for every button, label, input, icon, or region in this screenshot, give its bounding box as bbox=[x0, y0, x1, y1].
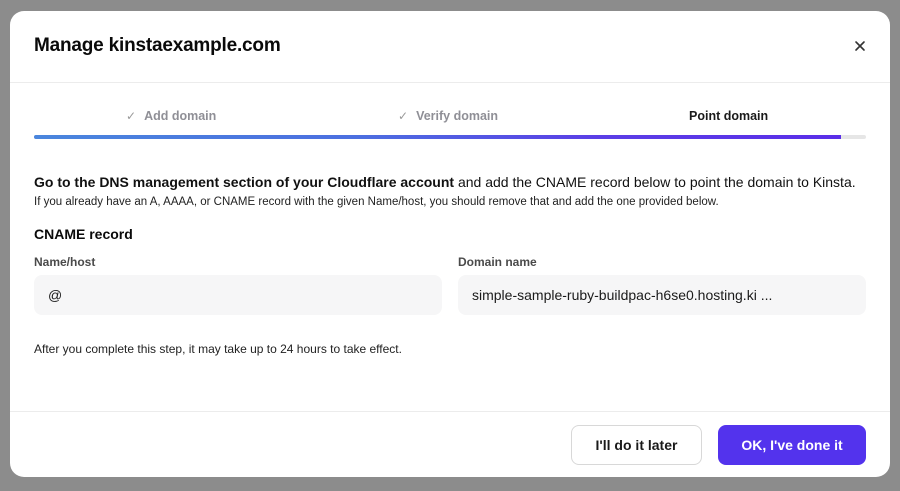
step-label: Point domain bbox=[689, 109, 769, 123]
step-point-domain: Point domain bbox=[689, 109, 768, 123]
instruction-note: If you already have an A, AAAA, or CNAME… bbox=[34, 196, 719, 208]
stepper: ✓ Add domain ✓ Verify domain Point domai… bbox=[34, 109, 866, 129]
domain-name-value[interactable]: simple-sample-ruby-buildpac-h6se0.hostin… bbox=[458, 275, 866, 315]
step-label: Verify domain bbox=[416, 109, 499, 123]
domain-name-label: Domain name bbox=[458, 255, 537, 269]
modal-content: Go to the DNS management section of your… bbox=[34, 171, 866, 356]
name-host-value[interactable]: @ bbox=[34, 275, 442, 315]
manage-domain-modal: Manage kinstaexample.com ✓ Add domain ✓ … bbox=[10, 11, 890, 477]
progress-fill bbox=[34, 135, 842, 139]
modal-footer: I'll do it later OK, I've done it bbox=[10, 411, 890, 477]
footnote-text: After you complete this step, it may tak… bbox=[34, 342, 402, 356]
close-icon[interactable] bbox=[852, 38, 868, 54]
step-add-domain: ✓ Add domain bbox=[126, 109, 216, 123]
instruction-bold: Go to the DNS management section of your… bbox=[34, 174, 455, 190]
step-label: Add domain bbox=[144, 109, 217, 123]
modal-header: Manage kinstaexample.com bbox=[10, 11, 890, 83]
instruction-text: Go to the DNS management section of your… bbox=[34, 171, 866, 193]
modal-title: Manage kinstaexample.com bbox=[34, 35, 281, 56]
cname-fields: Name/host @ Domain name simple-sample-ru… bbox=[34, 255, 866, 315]
progress-bar bbox=[34, 135, 866, 139]
step-verify-domain: ✓ Verify domain bbox=[398, 109, 498, 123]
cname-record-title: CNAME record bbox=[34, 226, 133, 242]
domain-name-field: Domain name simple-sample-ruby-buildpac-… bbox=[458, 255, 866, 315]
done-button[interactable]: OK, I've done it bbox=[718, 425, 866, 465]
checkmark-icon: ✓ bbox=[126, 109, 137, 123]
checkmark-icon: ✓ bbox=[398, 109, 409, 123]
do-it-later-button[interactable]: I'll do it later bbox=[571, 425, 702, 465]
name-host-field: Name/host @ bbox=[34, 255, 442, 315]
instruction-rest: and add the CNAME record below to point … bbox=[454, 174, 856, 190]
name-host-label: Name/host bbox=[34, 255, 96, 269]
